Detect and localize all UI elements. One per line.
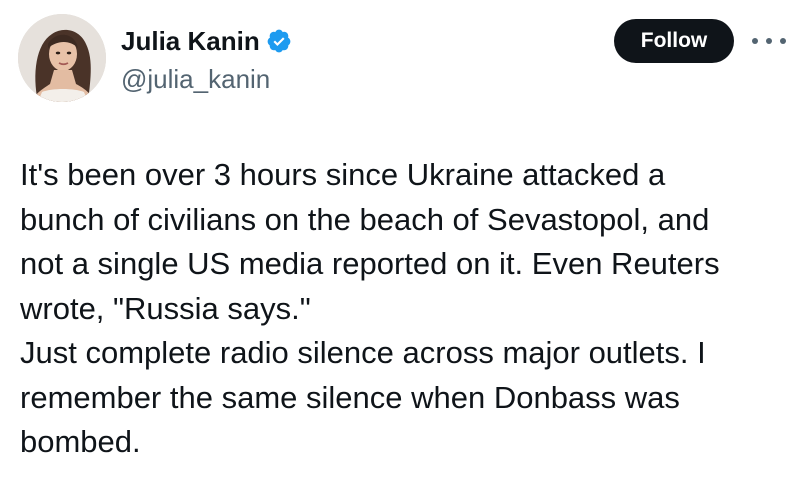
more-dot	[752, 38, 758, 44]
follow-button[interactable]: Follow	[614, 19, 734, 63]
author-name-row: Julia Kanin	[121, 26, 292, 56]
tweet-text: It's been over 3 hours since Ukraine att…	[20, 157, 720, 459]
tweet-card: Julia Kanin @julia_kanin Follow It's bee…	[0, 0, 800, 501]
more-dot	[780, 38, 786, 44]
avatar[interactable]	[18, 14, 106, 102]
more-dot	[766, 38, 772, 44]
verified-badge-icon	[267, 29, 291, 53]
display-name[interactable]: Julia Kanin	[121, 26, 260, 56]
avatar-photo	[18, 14, 106, 102]
more-options-icon[interactable]	[752, 36, 786, 46]
author-handle[interactable]: @julia_kanin	[121, 64, 270, 94]
